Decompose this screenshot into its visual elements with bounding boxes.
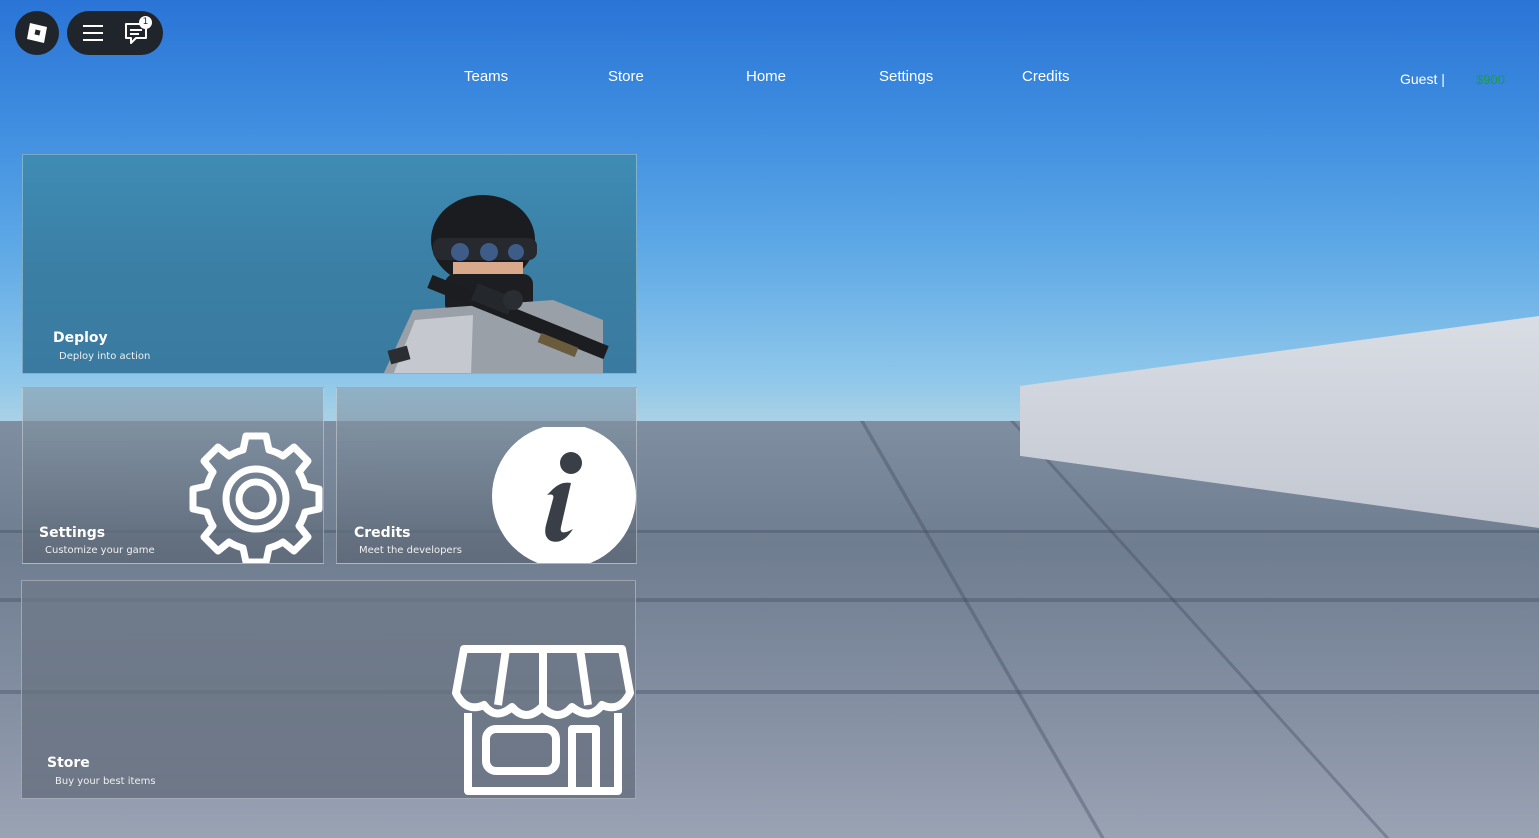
nav-teams[interactable]: Teams [464, 68, 508, 85]
hamburger-menu-icon[interactable] [82, 23, 104, 43]
roblox-logo-button[interactable] [15, 11, 59, 55]
deploy-subtitle: Deploy into action [59, 351, 151, 362]
game-viewport: 1 Teams Store Home Settings Credits Gues… [0, 0, 1539, 838]
soldier-image [383, 195, 609, 373]
credits-title: Credits [354, 525, 411, 541]
settings-subtitle: Customize your game [45, 545, 155, 556]
credits-subtitle: Meet the developers [359, 545, 462, 556]
store-card[interactable]: Store Buy your best items [21, 580, 636, 799]
nav-home[interactable]: Home [746, 68, 786, 85]
store-title: Store [47, 755, 90, 771]
info-icon [492, 427, 636, 563]
player-money: $900 [1476, 72, 1505, 87]
gear-icon [189, 432, 323, 563]
nav-store[interactable]: Store [608, 68, 644, 85]
player-name: Guest | [1400, 71, 1445, 87]
store-subtitle: Buy your best items [55, 776, 156, 787]
deploy-card[interactable]: Deploy Deploy into action [22, 154, 637, 374]
roblox-logo-icon [27, 23, 47, 43]
credits-card[interactable]: Credits Meet the developers [336, 387, 637, 564]
nav-settings[interactable]: Settings [879, 68, 933, 85]
settings-card[interactable]: Settings Customize your game [22, 387, 324, 564]
storefront-icon [452, 645, 634, 795]
settings-title: Settings [39, 525, 106, 541]
deploy-title: Deploy [53, 330, 108, 346]
notification-badge: 1 [139, 16, 152, 29]
nav-credits[interactable]: Credits [1022, 68, 1070, 85]
